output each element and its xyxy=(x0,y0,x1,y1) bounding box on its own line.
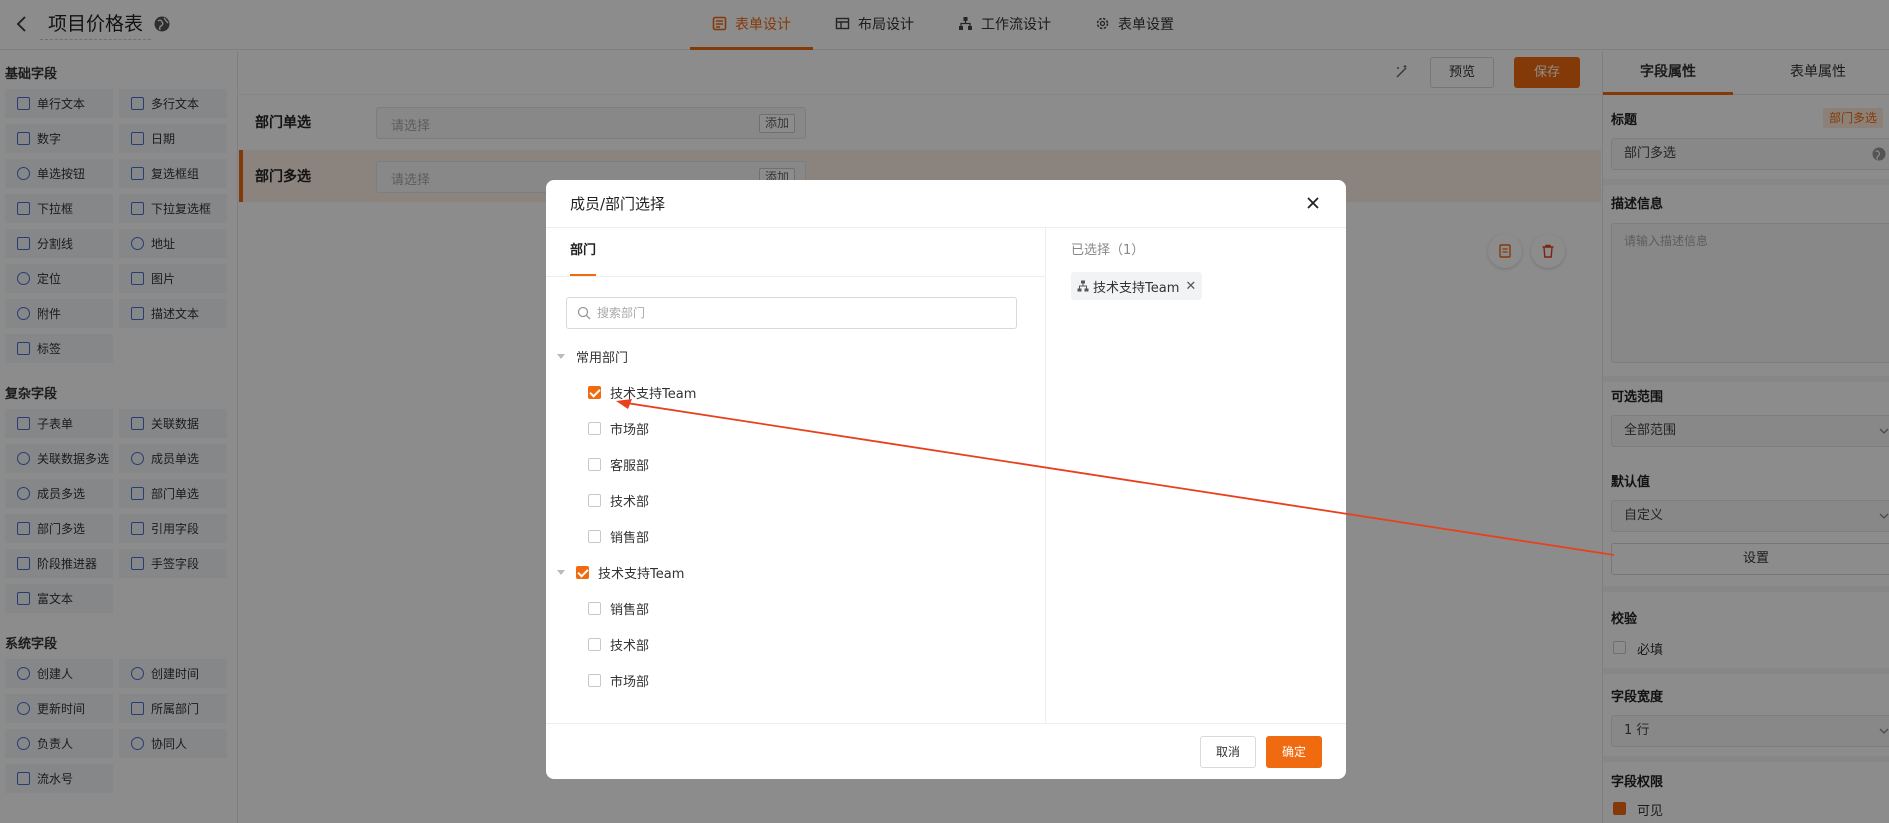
confirm-button[interactable]: 确定 xyxy=(1266,736,1322,768)
tree-checkbox[interactable] xyxy=(588,421,601,435)
tree-node[interactable]: 技术部 xyxy=(588,633,649,655)
tree-node[interactable]: 技术支持Team xyxy=(588,381,696,403)
org-tree-icon xyxy=(1077,280,1089,292)
dialog-footer: 取消 确定 xyxy=(546,723,1346,779)
tag-close-icon[interactable]: ✕ xyxy=(1185,279,1196,294)
dialog-header: 成员/部门选择 xyxy=(546,180,1346,228)
tree-checkbox[interactable] xyxy=(588,457,601,471)
caret-down-icon[interactable] xyxy=(556,351,566,361)
tree-node[interactable]: 销售部 xyxy=(588,525,649,547)
tree-node-common-departments[interactable]: 常用部门 xyxy=(556,345,628,367)
caret-down-icon[interactable] xyxy=(556,567,566,577)
close-icon[interactable] xyxy=(1306,196,1320,210)
tree-node[interactable]: 客服部 xyxy=(588,453,649,475)
tree-node-tech-support-team[interactable]: 技术支持Team xyxy=(556,561,684,583)
tree-node[interactable]: 销售部 xyxy=(588,597,649,619)
dialog-title: 成员/部门选择 xyxy=(570,195,666,213)
tab-underline-divider xyxy=(546,276,1046,277)
selected-items-pane: 已选择（1） 技术支持Team ✕ xyxy=(1047,228,1346,723)
tree-node[interactable]: 市场部 xyxy=(588,417,649,439)
selected-tag: 技术支持Team ✕ xyxy=(1071,272,1203,300)
tree-checkbox[interactable] xyxy=(588,637,601,651)
tree-checkbox[interactable] xyxy=(588,385,601,399)
tree-node[interactable]: 市场部 xyxy=(588,669,649,691)
selected-count-title: 已选择（1） xyxy=(1071,243,1145,258)
department-search-box[interactable] xyxy=(566,297,1017,329)
tree-checkbox[interactable] xyxy=(588,493,601,507)
tree-checkbox[interactable] xyxy=(588,673,601,687)
cancel-button[interactable]: 取消 xyxy=(1200,736,1256,768)
tree-checkbox[interactable] xyxy=(576,565,589,579)
member-department-picker-dialog: 成员/部门选择 部门 常用部门 技术支持Team 市场部 客服部 技术部 xyxy=(546,180,1346,779)
tab-department[interactable]: 部门 xyxy=(570,228,597,276)
department-tree-pane: 部门 常用部门 技术支持Team 市场部 客服部 技术部 销售部 xyxy=(546,228,1046,723)
tree-node[interactable]: 技术部 xyxy=(588,489,649,511)
department-search-input[interactable] xyxy=(597,303,997,323)
search-icon xyxy=(577,306,591,320)
tree-checkbox[interactable] xyxy=(588,529,601,543)
tree-checkbox[interactable] xyxy=(588,601,601,615)
